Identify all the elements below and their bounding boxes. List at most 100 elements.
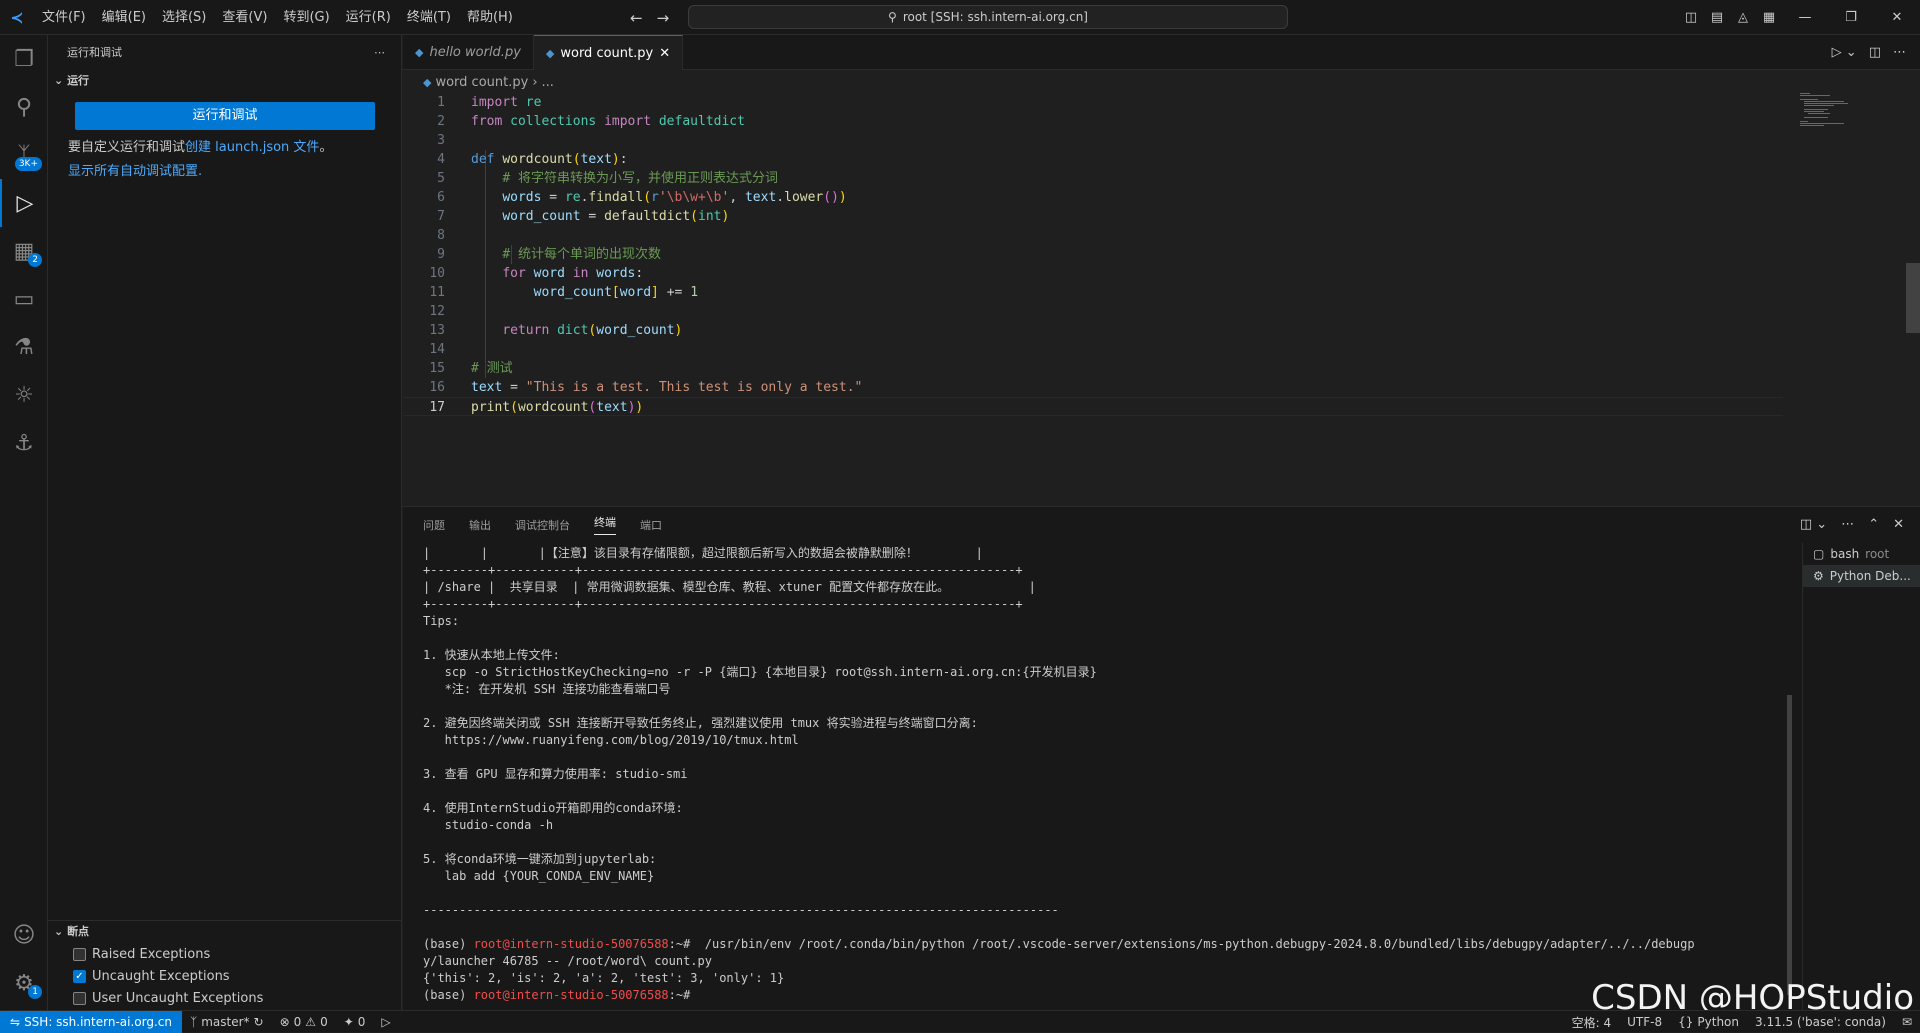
forward-arrow-icon[interactable]: → — [657, 9, 670, 27]
prompt-user: root@intern-studio-50076588 — [473, 988, 669, 1002]
remote-label: SSH: ssh.intern-ai.org.cn — [24, 1014, 172, 1029]
terminal-output[interactable]: | | |【注意】该目录有存储限额，超过限额后新写入的数据会被静默删除！ | +… — [423, 545, 1783, 1015]
checkbox[interactable] — [73, 991, 86, 1005]
terminal-python-debug[interactable]: ⚙ Python Deb... — [1803, 565, 1920, 587]
debug-run-icon: ▷ — [381, 1014, 391, 1029]
chevron-right-icon: › — [532, 74, 538, 90]
source-control-icon[interactable]: ᛉ 3K+ — [0, 131, 48, 179]
toggle-secondary-sidebar-icon[interactable]: ◬ — [1730, 10, 1756, 25]
breadcrumb-file[interactable]: word count.py — [435, 75, 528, 90]
toggle-primary-sidebar-icon[interactable]: ◫ — [1678, 10, 1704, 25]
extensions-icon[interactable]: ▦ 2 — [0, 227, 48, 275]
notifications-bell-icon[interactable]: ✉ — [1894, 1015, 1920, 1029]
run-debug-icon[interactable]: ▷ — [0, 179, 48, 227]
explorer-icon[interactable]: ❐ — [0, 35, 48, 83]
interpreter-indicator[interactable]: 3.11.5 ('base': conda) — [1747, 1015, 1894, 1029]
tab-output[interactable]: 输出 — [469, 517, 491, 533]
close-tab-icon[interactable]: ✕ — [659, 46, 670, 61]
menu-file[interactable]: 文件(F) — [34, 0, 94, 35]
conda-env: (base) — [423, 988, 474, 1002]
more-actions-icon[interactable]: ⋯ — [374, 35, 385, 70]
encoding-indicator[interactable]: UTF-8 — [1619, 1015, 1670, 1029]
tab-hello-world[interactable]: ◆ hello world.py — [403, 35, 534, 70]
braces-icon: {} — [1678, 1015, 1694, 1029]
run-python-file-icon[interactable]: ▷ ⌄ — [1832, 45, 1857, 60]
tab-terminal[interactable]: 终端 — [594, 514, 616, 535]
minimize-button[interactable]: — — [1782, 10, 1828, 25]
maximize-panel-icon[interactable]: ⌃ — [1868, 517, 1879, 532]
breakpoint-uncaught-exceptions[interactable]: ✓ Uncaught Exceptions — [48, 965, 402, 987]
tab-word-count[interactable]: ◆ word count.py ✕ — [533, 35, 684, 70]
python-file-icon: ◆ — [415, 46, 424, 59]
command-text: /usr/bin/env /root/.conda/bin/python /ro… — [697, 937, 1695, 951]
split-terminal-icon[interactable]: ◫ ⌄ — [1800, 517, 1827, 532]
launch-hint: 要自定义运行和调试创建 launch.json 文件。 — [48, 130, 401, 158]
menu-help[interactable]: 帮助(H) — [459, 0, 521, 35]
tab-ports[interactable]: 端口 — [640, 517, 662, 533]
back-arrow-icon[interactable]: ← — [630, 9, 643, 27]
minimap-preview — [1800, 93, 1848, 126]
accounts-icon[interactable]: ☺ — [0, 911, 48, 959]
search-icon[interactable]: ⚲ — [0, 83, 48, 131]
manage-gear-icon[interactable]: ⚙ 1 — [0, 959, 48, 1007]
close-window-button[interactable]: ✕ — [1874, 10, 1920, 25]
problems-indicator[interactable]: ⊗ 0 ⚠ 0 — [272, 1015, 336, 1029]
remote-explorer-icon[interactable]: ▭ — [0, 275, 48, 323]
terminal-line: 2. 避免因终端关闭或 SSH 连接断开导致任务终止, 强烈建议使用 tmux … — [423, 716, 978, 730]
more-actions-icon[interactable]: ⋯ — [1893, 45, 1906, 60]
scrollbar-thumb[interactable] — [1906, 263, 1920, 333]
menu-selection[interactable]: 选择(S) — [154, 0, 214, 35]
menu-edit[interactable]: 编辑(E) — [94, 0, 154, 35]
language-indicator[interactable]: {} Python — [1670, 1015, 1747, 1029]
command-center[interactable]: ⚲ root [SSH: ssh.intern-ai.org.cn] — [688, 5, 1288, 29]
hint-text: 要自定义运行和调试 — [68, 140, 186, 155]
restore-button[interactable]: ❐ — [1828, 10, 1874, 25]
run-and-debug-button[interactable]: 运行和调试 — [75, 102, 375, 130]
menu-run[interactable]: 运行(R) — [338, 0, 399, 35]
close-panel-icon[interactable]: ✕ — [1893, 517, 1904, 532]
remote-indicator[interactable]: ⇋ SSH: ssh.intern-ai.org.cn — [0, 1010, 182, 1033]
terminal-command-line: (base) root@intern-studio-50076588:~# /u… — [423, 936, 1783, 953]
create-launch-json-link[interactable]: 创建 launch.json 文件 — [185, 140, 319, 155]
tab-debug-console[interactable]: 调试控制台 — [515, 517, 570, 533]
more-actions-icon[interactable]: ⋯ — [1841, 517, 1854, 532]
chevron-down-icon: ⌄ — [54, 74, 64, 87]
edge-icon[interactable]: ☼ — [0, 371, 48, 419]
code-line: return dict(word_count) — [502, 323, 683, 338]
line-number: 8 — [437, 228, 445, 243]
breakpoint-raised-exceptions[interactable]: Raised Exceptions — [48, 943, 402, 965]
terminal-line: +--------+-----------+------------------… — [423, 563, 1023, 577]
indentation-indicator[interactable]: 空格: 4 — [1564, 1014, 1620, 1031]
split-editor-icon[interactable]: ◫ — [1869, 45, 1881, 60]
code-editor[interactable]: 1 import re 2 from collections import defa… — [403, 93, 1920, 505]
docker-icon[interactable]: ⚓ — [0, 419, 48, 467]
breakpoints-header[interactable]: ⌄ 断点 — [48, 921, 402, 943]
checkbox[interactable] — [73, 947, 86, 961]
minimap[interactable] — [1800, 93, 1860, 133]
breakpoint-user-uncaught-exceptions[interactable]: User Uncaught Exceptions — [48, 987, 402, 1009]
run-section-header[interactable]: ⌄ 运行 — [48, 70, 401, 92]
show-all-auto-debug-link[interactable]: 显示所有自动调试配置. — [68, 164, 202, 179]
terminal-bash[interactable]: ▢ bash root — [1803, 543, 1920, 565]
error-count: 0 — [293, 1014, 302, 1029]
editor-scrollbar[interactable] — [1906, 93, 1920, 505]
menu-terminal[interactable]: 终端(T) — [399, 0, 459, 35]
breadcrumb-symbols[interactable]: ... — [542, 75, 554, 90]
line-number: 14 — [429, 342, 445, 357]
vscode-logo-icon: ≺ — [10, 7, 24, 27]
customize-layout-icon[interactable]: ▦ — [1756, 10, 1782, 25]
terminal-line: | | |【注意】该目录有存储限额，超过限额后新写入的数据会被静默删除！ | — [423, 546, 983, 560]
checkbox-checked[interactable]: ✓ — [73, 969, 86, 983]
menu-view[interactable]: 查看(V) — [214, 0, 275, 35]
toggle-panel-icon[interactable]: ▤ — [1704, 10, 1730, 25]
ports-indicator[interactable]: ✦ 0 — [336, 1015, 374, 1029]
tab-problems[interactable]: 问题 — [423, 517, 445, 533]
debug-launch-indicator[interactable]: ▷ — [373, 1015, 398, 1029]
testing-icon[interactable]: ⚗ — [0, 323, 48, 371]
line-number: 7 — [437, 209, 445, 224]
terminal-scrollbar[interactable] — [1787, 695, 1792, 995]
branch-indicator[interactable]: ᛉ master* ↻ — [182, 1015, 272, 1029]
menu-go[interactable]: 转到(G) — [275, 0, 337, 35]
